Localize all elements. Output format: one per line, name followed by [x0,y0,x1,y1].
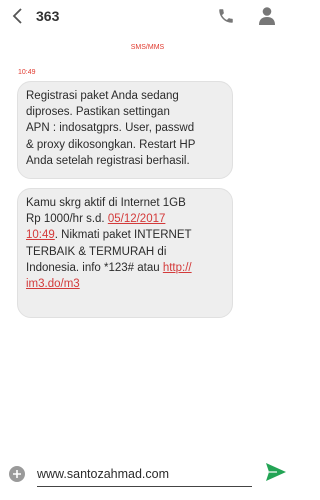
message-line: Anda setelah registrasi berhasil. [26,154,190,167]
messaging-screen: 363 SMS/MMS 10:49 Registrasi paket Anda … [0,0,295,500]
add-attachment-button[interactable] [9,466,25,482]
send-icon [266,463,286,481]
person-icon [259,7,275,25]
message-line: APN : indosatgprs. User, passwd [26,122,195,135]
time-link[interactable]: 10:49 [26,229,55,241]
url-link[interactable]: im3.do/m3 [26,278,80,290]
message-input[interactable]: www.santozahmad.com [37,464,252,487]
message-text: . Nikmati paket INTERNET [54,229,192,242]
message-line: Rp 1000/hr s.d. 05/12/2017 [26,211,232,227]
message-bubble[interactable]: Kamu skrg aktif di Internet 1GB Rp 1000/… [17,188,233,318]
phone-icon [219,9,233,23]
plus-icon [13,470,21,478]
send-button[interactable] [265,462,287,482]
message-timestamp: 10:49 [18,69,36,76]
message-line: Kamu skrg aktif di Internet 1GB [26,197,186,209]
channel-label: SMS/MMS [130,44,165,51]
message-line: TERBAIK & TERMURAH di [26,245,167,258]
date-link[interactable]: 05/12/2017 [108,213,166,225]
url-link[interactable]: http:// [163,262,192,274]
conversation-title: 363 [36,8,60,24]
message-text: Indonesia. info *123# atau [26,261,163,274]
chevron-left-icon [12,8,22,24]
message-line: diproses. Pastikan settingan [26,106,170,119]
message-bubble[interactable]: Registrasi paket Anda sedang diproses. P… [17,81,233,179]
app-bar: 363 [0,0,295,34]
message-line: im3.do/m3 [26,276,232,292]
contact-button[interactable] [258,6,276,26]
call-button[interactable] [217,7,235,25]
message-line: Indonesia. info *123# atau http:// [26,260,232,276]
message-line: Registrasi paket Anda sedang [26,90,179,102]
message-text: Rp 1000/hr s.d. [26,213,108,226]
back-button[interactable] [8,6,28,26]
message-line: & proxy dikosongkan. Restart HP [26,138,196,151]
message-line: 10:49. Nikmati paket INTERNET [26,227,232,243]
